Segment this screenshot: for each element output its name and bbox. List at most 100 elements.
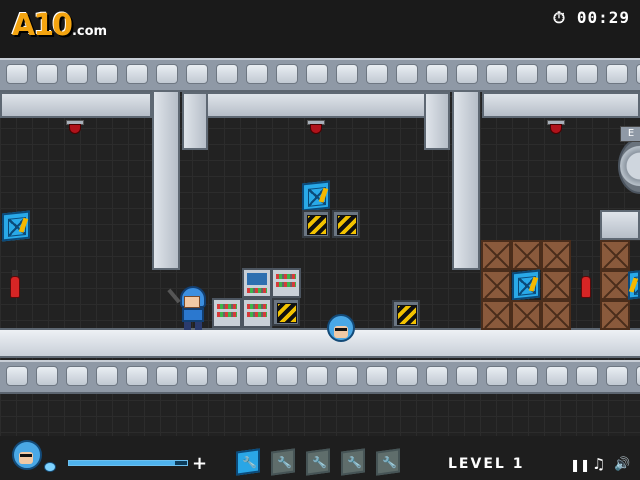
- wooden-crate: [481, 240, 511, 270]
- wall-stud: [546, 366, 568, 386]
- wall-stud: [486, 366, 508, 386]
- wall-stud: [366, 366, 388, 386]
- computer-terminal: [212, 298, 242, 328]
- exit-sign: E: [620, 126, 640, 142]
- pipe-segment: [0, 92, 152, 118]
- wall-stud: [96, 366, 118, 386]
- wall-stud: [66, 366, 88, 386]
- health-bar: [68, 460, 188, 466]
- blue-crate[interactable]: [2, 210, 30, 242]
- plus-icon[interactable]: +: [192, 453, 207, 474]
- computer-terminal: [271, 268, 301, 298]
- wall-stud: [276, 366, 298, 386]
- wooden-crate: [511, 300, 541, 330]
- wall-stud: [336, 64, 358, 84]
- wall-stud: [516, 64, 538, 84]
- wooden-crate: [541, 300, 571, 330]
- a10-logo[interactable]: A10.com: [12, 8, 107, 43]
- fire-extinguisher: [9, 270, 21, 298]
- wall-stud: [516, 366, 538, 386]
- pipe-segment: [452, 90, 480, 270]
- music-button[interactable]: ♫: [592, 455, 605, 473]
- wall-stud: [636, 64, 640, 84]
- timer-value: 00:29: [576, 8, 630, 27]
- pipe-segment: [182, 92, 450, 118]
- blue-crate[interactable]: [628, 270, 640, 300]
- player-character[interactable]: [167, 286, 208, 330]
- tool-slot-wrench[interactable]: 🔧: [376, 448, 400, 476]
- pause-button[interactable]: ❚❚: [570, 458, 590, 472]
- pipe-segment: [152, 90, 180, 270]
- rescue-target[interactable]: [327, 314, 355, 342]
- ceiling-lamp: [66, 120, 84, 134]
- wall-stud: [486, 64, 508, 84]
- fire-extinguisher: [580, 270, 592, 298]
- wall-stud: [576, 366, 598, 386]
- wall-stud: [66, 64, 88, 84]
- tool-slot-wrench[interactable]: 🔧: [236, 448, 260, 476]
- wall-stud: [276, 64, 298, 84]
- wooden-crate: [511, 240, 541, 270]
- ceiling-lamp: [307, 120, 325, 134]
- wooden-crate: [541, 270, 571, 300]
- pipe-segment: [424, 92, 450, 150]
- timer: ⏱ 00:29: [553, 8, 630, 28]
- hazard-block: [392, 300, 420, 328]
- wall-stud: [126, 366, 148, 386]
- wall-stud: [606, 64, 628, 84]
- wall-stud: [396, 64, 418, 84]
- pipe-segment: [600, 210, 640, 240]
- wrench-icon: 🔧: [312, 454, 327, 471]
- tool-slot-wrench[interactable]: 🔧: [341, 448, 365, 476]
- wall-stud: [156, 64, 178, 84]
- hazard-block: [302, 210, 330, 238]
- wooden-crate: [481, 270, 511, 300]
- top-hud: A10.com ⏱ 00:29: [0, 0, 640, 58]
- wall-stud: [396, 366, 418, 386]
- wall-stud: [6, 366, 28, 386]
- wall-stud: [246, 64, 268, 84]
- wall-stud: [36, 366, 58, 386]
- wall-stud: [456, 366, 478, 386]
- wall-stud: [366, 64, 388, 84]
- ceiling-studs: [0, 58, 640, 92]
- wall-stud: [156, 366, 178, 386]
- tool-slot-wrench[interactable]: 🔧: [306, 448, 330, 476]
- wooden-crate: [481, 300, 511, 330]
- wall-stud: [606, 366, 628, 386]
- wooden-crate: [541, 240, 571, 270]
- level-indicator: LEVEL 1: [448, 456, 524, 472]
- wall-stud: [216, 64, 238, 84]
- wooden-crate: [600, 240, 630, 270]
- stopwatch-icon: ⏱: [552, 8, 567, 27]
- sound-button[interactable]: 🔊: [614, 457, 630, 472]
- wrench-icon: 🔧: [242, 454, 257, 471]
- level-number: 1: [512, 456, 525, 472]
- wrench-icon: 🔧: [382, 454, 397, 471]
- wall-stud: [186, 366, 208, 386]
- pipe-segment: [482, 92, 640, 118]
- wall-stud: [636, 366, 640, 386]
- wrench-icon: 🔧: [277, 454, 292, 471]
- wooden-crate: [600, 270, 630, 300]
- tool-slot-wrench[interactable]: 🔧: [271, 448, 295, 476]
- wall-stud: [186, 64, 208, 84]
- hazard-block: [272, 298, 300, 326]
- wall-stud: [576, 64, 598, 84]
- wooden-crate: [600, 300, 630, 330]
- blue-crate[interactable]: [302, 180, 330, 212]
- wall-stud: [426, 366, 448, 386]
- wall-stud: [306, 64, 328, 84]
- wall-stud: [546, 64, 568, 84]
- wall-stud: [126, 64, 148, 84]
- wall-stud: [306, 366, 328, 386]
- blue-crate[interactable]: [512, 269, 540, 301]
- wall-stud: [426, 64, 448, 84]
- wall-stud: [36, 64, 58, 84]
- eye-icon: [44, 462, 56, 472]
- logo-suffix: .com: [71, 24, 108, 39]
- wall-stud: [246, 366, 268, 386]
- game-stage[interactable]: A10.com ⏱ 00:29 E + 🔧 🔧 🔧 🔧 🔧 LEVEL 1 ❚❚…: [0, 0, 640, 480]
- exit-vault-door[interactable]: [618, 138, 640, 194]
- computer-terminal: [242, 298, 272, 328]
